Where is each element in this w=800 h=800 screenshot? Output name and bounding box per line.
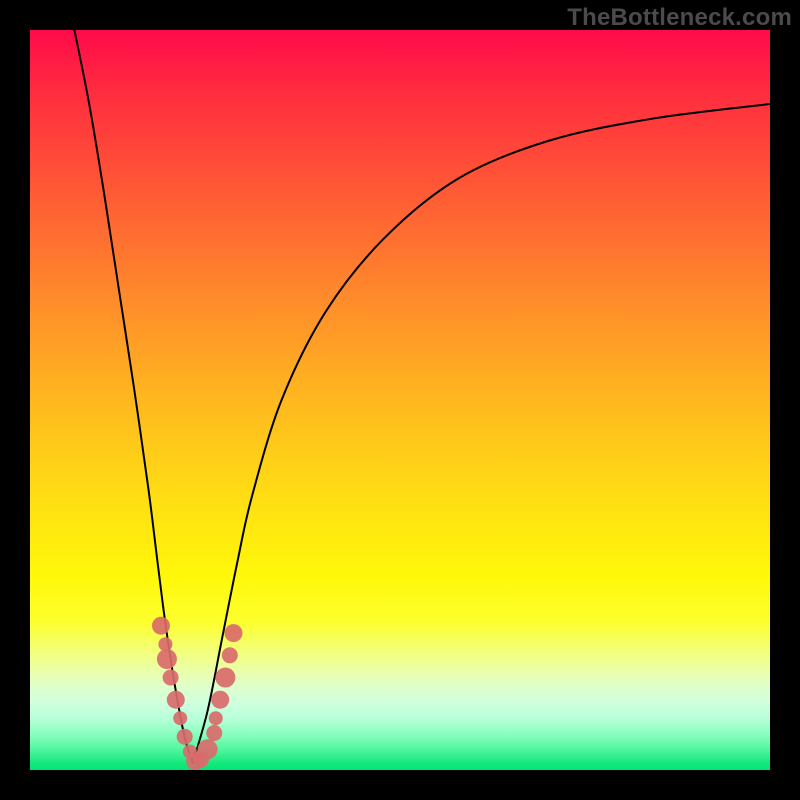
marker-point [158,637,172,651]
marker-point [215,668,235,688]
marker-point [152,617,170,635]
marker-point [222,647,238,663]
marker-point [206,725,222,741]
watermark-text: TheBottleneck.com [567,4,792,32]
marker-point [177,729,193,745]
marker-point [211,691,229,709]
curve-left-branch [74,30,192,763]
bottleneck-curve [74,30,770,763]
marker-point [209,711,223,725]
chart-frame: TheBottleneck.com [0,0,800,800]
curve-layer [30,30,770,770]
marker-point [225,624,243,642]
marker-point [198,739,218,759]
marker-point [173,711,187,725]
curve-right-branch [193,104,770,763]
marker-point [167,691,185,709]
marker-point [157,649,177,669]
marker-point [163,670,179,686]
plot-area [30,30,770,770]
